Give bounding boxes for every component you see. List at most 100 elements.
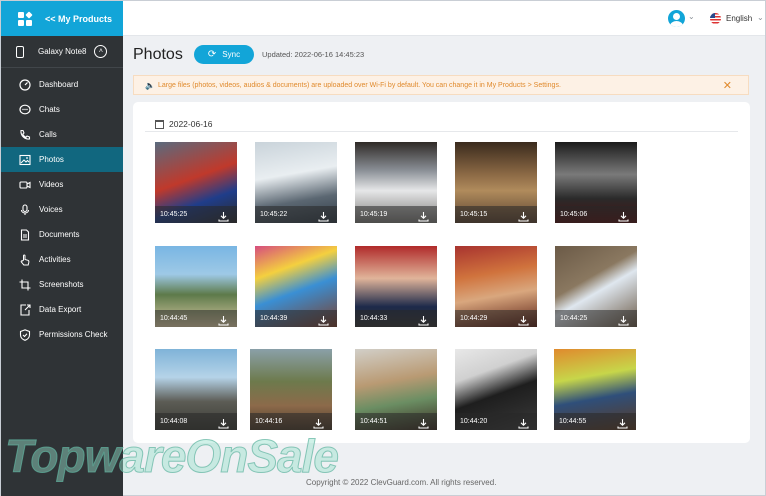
photo-time: 10:44:25 <box>560 315 588 322</box>
download-icon[interactable] <box>518 416 529 429</box>
shield-check-icon <box>18 328 32 342</box>
photo-thumbnail[interactable]: 10:44:55 <box>554 349 636 430</box>
sidebar-item-calls[interactable]: Calls <box>1 122 123 147</box>
download-icon[interactable] <box>518 313 529 326</box>
wifi-notice-banner: 🔈 Large files (photos, videos, audios & … <box>133 75 749 95</box>
photo-time: 10:45:25 <box>160 211 188 218</box>
photo-time: 10:45:15 <box>460 211 488 218</box>
photo-time: 10:44:51 <box>360 418 388 425</box>
photo-thumbnail[interactable]: 10:44:51 <box>355 349 437 430</box>
photo-time: 10:45:19 <box>360 211 388 218</box>
crop-icon <box>18 278 32 292</box>
topbar: ⌄ English ⌄ <box>123 1 765 36</box>
phone-icon <box>16 45 24 58</box>
microphone-icon <box>18 203 32 217</box>
speaker-icon: 🔈 <box>145 80 155 90</box>
device-name: Galaxy Note8 <box>38 47 87 56</box>
chevron-up-icon[interactable]: ˄ <box>94 45 108 58</box>
us-flag-icon <box>710 13 721 24</box>
sidebar-item-voices[interactable]: Voices <box>1 197 123 222</box>
photo-gallery: 2022-06-16 10:45:25 10:45:22 10:45:19 10:45… <box>133 102 750 443</box>
sidebar-item-label: Calls <box>39 130 57 139</box>
document-icon <box>18 228 32 242</box>
avatar[interactable] <box>668 10 685 27</box>
refresh-icon: ⟳ <box>207 49 217 60</box>
photo-time: 10:44:33 <box>360 315 388 322</box>
divider <box>145 131 738 132</box>
sidebar-item-label: Permissions Check <box>39 330 108 339</box>
my-products-link[interactable]: << My Products <box>1 1 123 36</box>
download-icon[interactable] <box>313 416 324 429</box>
dashboard-icon <box>18 78 32 92</box>
photo-thumbnail[interactable]: 10:44:39 <box>255 246 337 327</box>
sidebar-item-activities[interactable]: Activities <box>1 247 123 272</box>
photo-thumbnail[interactable]: 10:45:25 <box>155 142 237 223</box>
download-icon[interactable] <box>318 209 329 222</box>
download-icon[interactable] <box>418 313 429 326</box>
photo-thumbnail[interactable]: 10:44:16 <box>250 349 332 430</box>
sync-button[interactable]: ⟳ Sync <box>194 45 254 64</box>
photo-time: 10:44:16 <box>255 418 283 425</box>
sidebar-item-label: Activities <box>39 255 71 264</box>
sidebar-item-videos[interactable]: Videos <box>1 172 123 197</box>
photo-thumbnail[interactable]: 10:44:33 <box>355 246 437 327</box>
sidebar-item-label: Dashboard <box>39 80 79 89</box>
photo-time: 10:45:06 <box>560 211 588 218</box>
photo-thumbnail[interactable]: 10:44:25 <box>555 246 637 327</box>
date-group-header: 2022-06-16 <box>155 119 212 129</box>
sync-label: Sync <box>222 50 241 59</box>
photo-thumbnail[interactable]: 10:45:15 <box>455 142 537 223</box>
download-icon[interactable] <box>418 209 429 222</box>
language-selector[interactable]: English <box>726 14 752 23</box>
sidebar-item-documents[interactable]: Documents <box>1 222 123 247</box>
sidebar-item-screenshots[interactable]: Screenshots <box>1 272 123 297</box>
download-icon[interactable] <box>418 416 429 429</box>
sidebar: << My Products Galaxy Note8 ˄ Dashboard … <box>1 1 123 496</box>
photo-thumbnail[interactable]: 10:44:08 <box>155 349 237 430</box>
photo-time: 10:44:29 <box>460 315 488 322</box>
sidebar-item-permissions-check[interactable]: Permissions Check <box>1 322 123 347</box>
download-icon[interactable] <box>218 209 229 222</box>
sidebar-item-data-export[interactable]: Data Export <box>1 297 123 322</box>
photo-thumbnail[interactable]: 10:45:19 <box>355 142 437 223</box>
sidebar-item-label: Data Export <box>39 305 82 314</box>
sidebar-item-label: Screenshots <box>39 280 84 289</box>
device-selector[interactable]: Galaxy Note8 ˄ <box>1 36 123 68</box>
sidebar-item-dashboard[interactable]: Dashboard <box>1 72 123 97</box>
photo-time: 10:44:55 <box>559 418 587 425</box>
sidebar-item-label: Voices <box>39 205 63 214</box>
brand-title: << My Products <box>45 13 113 24</box>
photo-time: 10:44:39 <box>260 315 288 322</box>
sidebar-item-chats[interactable]: Chats <box>1 97 123 122</box>
updated-timestamp: Updated: 2022-06-16 14:45:23 <box>262 50 365 59</box>
chat-bubble-icon <box>18 103 32 117</box>
sidebar-item-label: Chats <box>39 105 60 114</box>
download-icon[interactable] <box>618 313 629 326</box>
apps-icon <box>18 10 33 26</box>
calendar-icon <box>155 119 164 129</box>
date-label: 2022-06-16 <box>169 119 213 129</box>
photo-time: 10:45:22 <box>260 211 288 218</box>
sidebar-item-label: Photos <box>39 155 64 164</box>
close-icon[interactable]: ✕ <box>723 79 732 92</box>
sidebar-item-photos[interactable]: Photos <box>1 147 123 172</box>
sidebar-item-label: Videos <box>39 180 64 189</box>
chevron-down-icon[interactable]: ⌄ <box>688 12 695 21</box>
photo-thumbnail[interactable]: 10:44:20 <box>455 349 537 430</box>
chevron-down-icon[interactable]: ⌄ <box>757 13 764 22</box>
photo-thumbnail[interactable]: 10:45:06 <box>555 142 637 223</box>
hand-pointer-icon <box>18 253 32 267</box>
export-icon <box>18 303 32 317</box>
download-icon[interactable] <box>218 313 229 326</box>
photo-time: 10:44:45 <box>160 315 188 322</box>
download-icon[interactable] <box>518 209 529 222</box>
photo-thumbnail[interactable]: 10:44:29 <box>455 246 537 327</box>
download-icon[interactable] <box>218 416 229 429</box>
sidebar-item-label: Documents <box>39 230 80 239</box>
photo-thumbnail[interactable]: 10:44:45 <box>155 246 237 327</box>
phone-icon <box>18 128 32 142</box>
photo-thumbnail[interactable]: 10:45:22 <box>255 142 337 223</box>
download-icon[interactable] <box>318 313 329 326</box>
download-icon[interactable] <box>617 416 628 429</box>
download-icon[interactable] <box>618 209 629 222</box>
